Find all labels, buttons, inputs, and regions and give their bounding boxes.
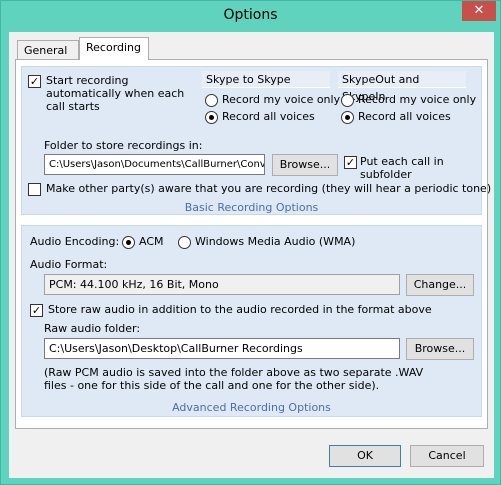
subfolder-label: Put each call in subfolder [360, 155, 444, 181]
change-format-button[interactable]: Change... [406, 274, 474, 296]
skype-all-voices-radio[interactable] [205, 111, 218, 124]
subfolder-checkbox[interactable]: ✓ [344, 156, 357, 169]
browse-raw-folder-button[interactable]: Browse... [406, 338, 474, 360]
cancel-button[interactable]: Cancel [410, 445, 484, 467]
store-raw-checkbox[interactable]: ✓ [30, 304, 43, 317]
start-recording-checkbox[interactable]: ✓ [28, 75, 41, 88]
skypeout-all-voices-label: Record all voices [358, 110, 451, 123]
tab-recording[interactable]: Recording [79, 37, 149, 60]
skype-all-voices-label: Record all voices [222, 110, 315, 123]
recordings-folder-input[interactable]: C:\Users\Jason\Documents\CallBurner\Conv [44, 154, 265, 175]
store-raw-label: Store raw audio in addition to the audio… [48, 303, 432, 316]
audio-format-display: PCM: 44.100 kHz, 16 Bit, Mono [44, 274, 400, 295]
dialog-client-area: General Recording ✓ Start recording auto… [9, 32, 494, 478]
audio-format-label: Audio Format: [30, 258, 108, 271]
close-icon: ✕ [473, 3, 485, 18]
start-recording-label: Start recording automatically when each … [46, 74, 185, 113]
advanced-group-caption: Advanced Recording Options [172, 401, 331, 414]
browse-folder-button[interactable]: Browse... [272, 154, 338, 176]
aware-label: Make other party(s) aware that you are r… [46, 182, 492, 195]
skypeout-my-voice-label: Record my voice only [358, 93, 477, 106]
audio-encoding-label: Audio Encoding: [30, 235, 120, 248]
aware-checkbox[interactable] [28, 183, 41, 196]
close-button[interactable]: ✕ [462, 1, 496, 21]
skypeout-heading: SkypeOut and SkypeIn [338, 71, 466, 103]
raw-folder-label: Raw audio folder: [44, 322, 141, 335]
ok-button[interactable]: OK [329, 445, 401, 467]
wma-label: Windows Media Audio (WMA) [195, 235, 356, 248]
basic-group-caption: Basic Recording Options [184, 201, 319, 214]
folder-label: Folder to store recordings in: [44, 139, 203, 152]
raw-folder-input[interactable]: C:\Users\Jason\Desktop\CallBurner Record… [44, 338, 400, 359]
acm-radio[interactable] [122, 236, 135, 249]
advanced-recording-group: Audio Encoding: ACM Windows Media Audio … [21, 225, 482, 417]
basic-recording-group: ✓ Start recording automatically when eac… [21, 66, 491, 215]
skype-my-voice-radio[interactable] [205, 94, 218, 107]
title-bar[interactable]: Options ✕ [1, 1, 500, 31]
skype-my-voice-label: Record my voice only [222, 93, 341, 106]
skypeout-all-voices-radio[interactable] [341, 111, 354, 124]
skype-to-skype-heading: Skype to Skype [202, 71, 330, 88]
tab-general[interactable]: General [17, 40, 79, 60]
recording-tab-panel: ✓ Start recording automatically when eac… [15, 59, 491, 429]
raw-audio-note: (Raw PCM audio is saved into the folder … [44, 366, 424, 392]
wma-radio[interactable] [178, 236, 191, 249]
window-title: Options [223, 7, 278, 23]
acm-label: ACM [139, 235, 164, 248]
options-dialog: Options ✕ General Recording ✓ Start reco… [0, 0, 501, 485]
skypeout-my-voice-radio[interactable] [341, 94, 354, 107]
